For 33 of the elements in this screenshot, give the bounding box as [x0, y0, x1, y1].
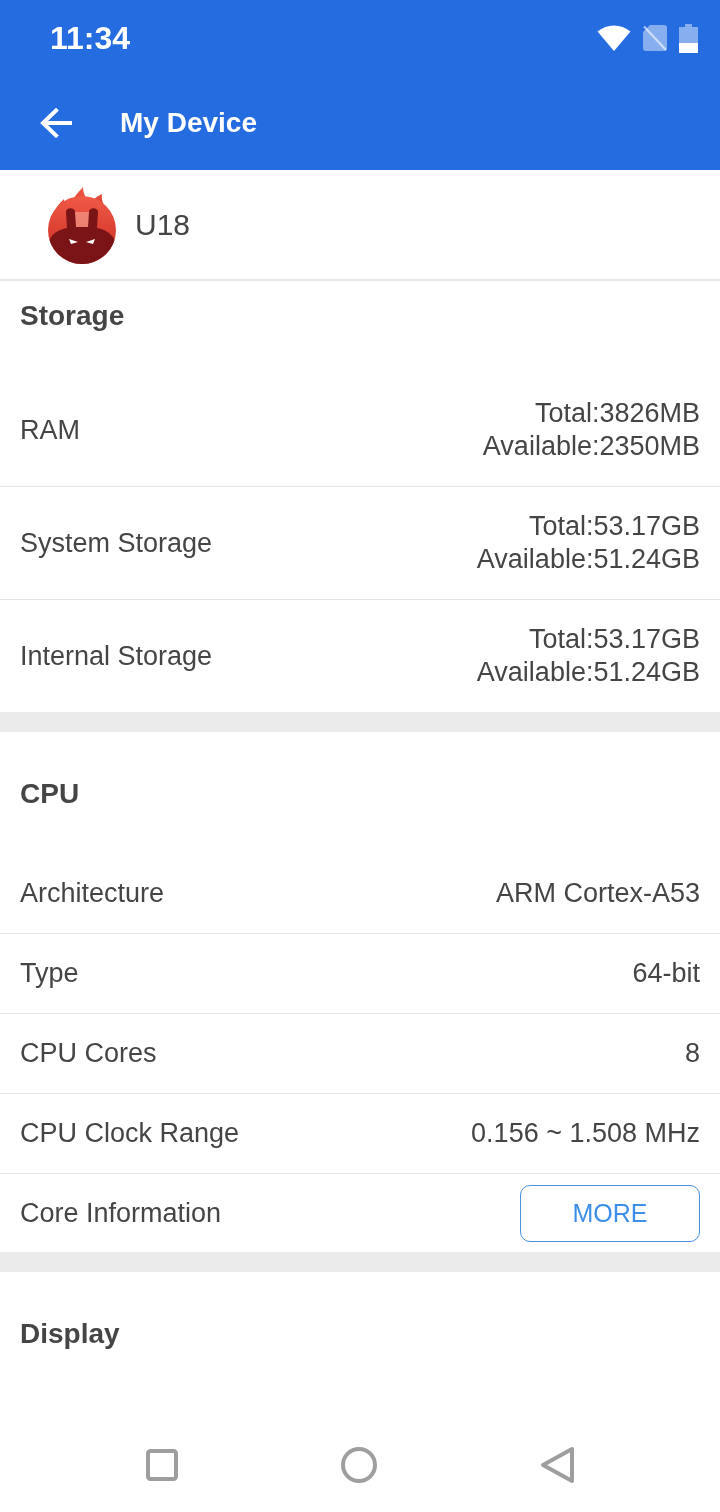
row-value: Available:51.24GB — [476, 656, 700, 689]
row-value: Available:2350MB — [482, 430, 700, 463]
row-label: RAM — [20, 413, 80, 447]
row-value: 0.156 ~ 1.508 MHz — [471, 1117, 700, 1150]
row-value: Total:53.17GB — [528, 623, 700, 656]
status-time: 11:34 — [50, 22, 131, 54]
row-value: Total:3826MB — [534, 397, 700, 430]
home-icon[interactable] — [340, 1447, 377, 1483]
row-label: Type — [20, 957, 79, 990]
battery-icon — [679, 23, 698, 53]
section-heading: Display — [20, 1317, 120, 1351]
wifi-icon — [597, 25, 631, 51]
row-value: Available:51.24GB — [476, 543, 700, 576]
recents-icon[interactable] — [145, 1449, 178, 1481]
no-sim-icon — [643, 25, 667, 51]
device-name: U18 — [135, 207, 191, 243]
row-value: 8 — [684, 1037, 700, 1070]
row-label: System Storage — [20, 526, 213, 560]
row-value: 64-bit — [632, 957, 700, 990]
row-label: Core Information — [20, 1196, 222, 1230]
row-label: Internal Storage — [20, 639, 213, 673]
row-label: CPU Cores — [20, 1037, 157, 1070]
back-icon[interactable] — [539, 1446, 575, 1484]
row-label: Architecture — [20, 877, 165, 910]
row-value: Total:53.17GB — [528, 510, 700, 543]
row-value: ARM Cortex-A53 — [495, 877, 700, 910]
row-label: CPU Clock Range — [20, 1117, 240, 1150]
back-arrow-icon[interactable] — [40, 108, 72, 138]
section-heading: Storage — [20, 299, 125, 333]
more-button[interactable]: MORE — [520, 1184, 700, 1242]
mascot-logo-icon — [47, 185, 117, 264]
page-title: My Device — [120, 106, 257, 140]
section-heading: CPU — [20, 777, 80, 811]
